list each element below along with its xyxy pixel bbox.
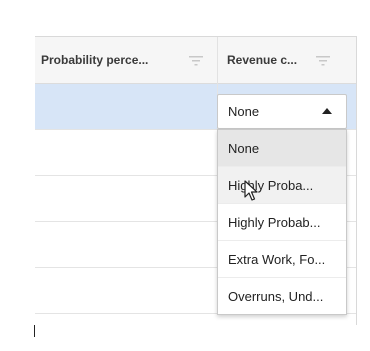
dropdown-option-none[interactable]: None [218,130,346,167]
mouse-pointer-icon [244,180,258,201]
column-header-label: Revenue c... [227,53,298,67]
dropdown-option-extra-work[interactable]: Extra Work, Fo... [218,241,346,278]
column-header-probability[interactable]: Probability perce... [35,36,217,84]
filter-lines-icon[interactable] [188,55,204,67]
revenue-category-select[interactable]: None [217,94,347,129]
filter-lines-icon[interactable] [315,55,331,67]
column-header-label: Probability perce... [41,53,149,67]
text-caret [34,325,35,337]
column-header-revenue[interactable]: Revenue c... [217,36,357,84]
triangle-up-icon[interactable] [322,108,332,114]
dropdown-option-overruns[interactable]: Overruns, Und... [218,278,346,315]
dropdown-option-highly-probable-2[interactable]: Highly Probab... [218,204,346,241]
grid-header-row: Probability perce... Revenue c... [35,36,357,84]
select-value: None [228,104,260,119]
dropdown-option-highly-probable-1[interactable]: Highly Proba... [218,167,346,204]
revenue-category-dropdown: None Highly Proba... Highly Probab... Ex… [217,129,347,315]
